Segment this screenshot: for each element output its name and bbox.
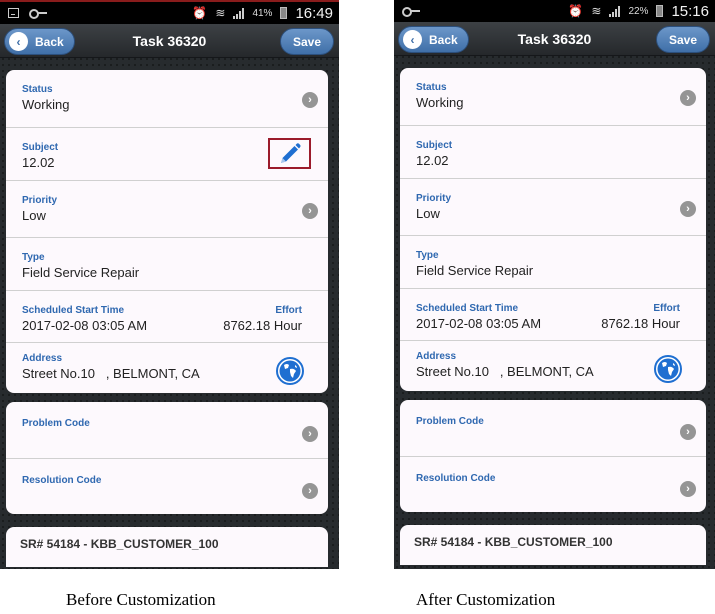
- status-label: Status: [22, 84, 53, 95]
- status-row[interactable]: Status Working ›: [400, 68, 706, 126]
- battery-percentage: 41%: [252, 7, 273, 19]
- edit-subject-button[interactable]: [268, 138, 311, 169]
- problem-code-row[interactable]: Problem Code ›: [6, 402, 328, 459]
- key-notification-icon: [29, 9, 47, 19]
- address-label: Address: [416, 351, 457, 362]
- problem-code-row[interactable]: Problem Code ›: [400, 400, 706, 457]
- codes-card: Problem Code › Resolution Code ›: [6, 402, 328, 514]
- save-button[interactable]: Save: [279, 28, 334, 55]
- key-notification-icon: [402, 7, 420, 17]
- type-label: Type: [416, 250, 439, 261]
- address-label: Address: [22, 353, 63, 364]
- scheduled-start-label: Scheduled Start Time: [22, 305, 125, 316]
- priority-value: Low: [22, 208, 46, 223]
- status-row[interactable]: Status Working ›: [6, 70, 328, 128]
- status-bar: ⏰ ≋ 22% 15:16: [394, 0, 715, 22]
- alarm-icon: ⏰: [192, 6, 208, 20]
- gallery-notification-icon: [8, 8, 19, 18]
- priority-label: Priority: [416, 193, 452, 204]
- chevron-right-icon[interactable]: ›: [302, 203, 318, 219]
- back-label: Back: [429, 32, 458, 47]
- subject-row: Subject 12.02: [400, 126, 706, 179]
- chevron-left-icon: ‹: [9, 32, 28, 51]
- priority-row[interactable]: Priority Low ›: [400, 179, 706, 236]
- nav-bar: ‹ Back Task 36320 Save: [0, 24, 339, 58]
- type-value: Field Service Repair: [416, 263, 534, 278]
- phone-screen-after: ⏰ ≋ 22% 15:16 ‹ Back Task 36320 Save Sta…: [394, 0, 715, 569]
- page-title: Task 36320: [517, 30, 592, 47]
- globe-icon[interactable]: [276, 357, 304, 385]
- resolution-code-row[interactable]: Resolution Code ›: [6, 459, 328, 514]
- wifi-icon: ≋: [591, 4, 602, 18]
- caption-before: Before Customization: [66, 590, 216, 609]
- back-label: Back: [35, 34, 64, 49]
- priority-row[interactable]: Priority Low ›: [6, 181, 328, 238]
- resolution-code-label: Resolution Code: [22, 475, 102, 486]
- status-value: Working: [22, 97, 70, 112]
- clock: 16:49: [295, 4, 333, 22]
- address-value: Street No.10 , BELMONT, CA: [22, 366, 200, 381]
- subject-value: 12.02: [416, 153, 449, 168]
- codes-card: Problem Code › Resolution Code ›: [400, 400, 706, 512]
- address-value: Street No.10 , BELMONT, CA: [416, 364, 594, 379]
- wifi-icon: ≋: [215, 6, 226, 20]
- chevron-right-icon[interactable]: ›: [680, 90, 696, 106]
- battery-icon: [656, 5, 664, 17]
- back-button[interactable]: ‹ Back: [4, 28, 75, 55]
- scheduled-start-label: Scheduled Start Time: [416, 303, 519, 314]
- page-title: Task 36320: [132, 32, 207, 49]
- scheduled-start-value: 2017-02-08 03:05 AM: [22, 318, 148, 333]
- save-button[interactable]: Save: [655, 26, 710, 53]
- status-label: Status: [416, 82, 447, 93]
- resolution-code-label: Resolution Code: [416, 473, 496, 484]
- caption-after: After Customization: [416, 590, 556, 609]
- chevron-left-icon: ‹: [403, 30, 422, 49]
- service-request-title: SR# 54184 - KBB_CUSTOMER_100: [20, 537, 219, 551]
- phone-screen-before: ⏰ ≋ 41% 16:49 ‹ Back Task 36320 Save Sta…: [0, 0, 339, 569]
- chevron-right-icon[interactable]: ›: [302, 426, 318, 442]
- subject-label: Subject: [416, 140, 453, 151]
- signal-icon: [233, 7, 245, 19]
- chevron-right-icon[interactable]: ›: [302, 483, 318, 499]
- problem-code-label: Problem Code: [416, 416, 484, 427]
- effort-value: 8762.18 Hour: [223, 318, 302, 333]
- effort-value: 8762.18 Hour: [601, 316, 680, 331]
- schedule-row: Scheduled Start Time 2017-02-08 03:05 AM…: [6, 291, 328, 343]
- battery-icon: [280, 7, 288, 19]
- chevron-right-icon[interactable]: ›: [680, 201, 696, 217]
- status-value: Working: [416, 95, 464, 110]
- service-request-card[interactable]: SR# 54184 - KBB_CUSTOMER_100: [6, 527, 328, 567]
- battery-percentage: 22%: [628, 5, 649, 17]
- problem-code-label: Problem Code: [22, 418, 90, 429]
- type-value: Field Service Repair: [22, 265, 140, 280]
- scheduled-start-value: 2017-02-08 03:05 AM: [416, 316, 542, 331]
- address-row: Address Street No.10 , BELMONT, CA: [6, 343, 328, 393]
- schedule-row: Scheduled Start Time 2017-02-08 03:05 AM…: [400, 289, 706, 341]
- pencil-icon: [280, 142, 301, 163]
- effort-label: Effort: [275, 305, 302, 316]
- status-bar: ⏰ ≋ 41% 16:49: [0, 2, 339, 24]
- task-details-card: Status Working › Subject 12.02 Priority …: [6, 70, 328, 393]
- service-request-title: SR# 54184 - KBB_CUSTOMER_100: [414, 535, 613, 549]
- resolution-code-row[interactable]: Resolution Code ›: [400, 457, 706, 512]
- alarm-icon: ⏰: [568, 4, 584, 18]
- subject-row: Subject 12.02: [6, 128, 328, 181]
- globe-icon[interactable]: [654, 355, 682, 383]
- type-row: Type Field Service Repair: [400, 236, 706, 289]
- back-button[interactable]: ‹ Back: [398, 26, 469, 53]
- address-row: Address Street No.10 , BELMONT, CA: [400, 341, 706, 391]
- task-details-card: Status Working › Subject 12.02 Priority …: [400, 68, 706, 391]
- service-request-card[interactable]: SR# 54184 - KBB_CUSTOMER_100: [400, 525, 706, 565]
- signal-icon: [609, 5, 621, 17]
- clock: 15:16: [671, 2, 709, 20]
- priority-label: Priority: [22, 195, 58, 206]
- chevron-right-icon[interactable]: ›: [302, 92, 318, 108]
- chevron-right-icon[interactable]: ›: [680, 481, 696, 497]
- effort-label: Effort: [653, 303, 680, 314]
- type-row: Type Field Service Repair: [6, 238, 328, 291]
- chevron-right-icon[interactable]: ›: [680, 424, 696, 440]
- priority-value: Low: [416, 206, 440, 221]
- nav-bar: ‹ Back Task 36320 Save: [394, 22, 715, 56]
- type-label: Type: [22, 252, 45, 263]
